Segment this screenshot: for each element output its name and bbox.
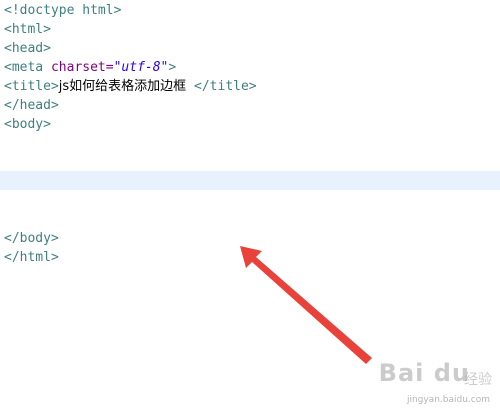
title-text: js如何给表格添加边框 [58, 79, 187, 94]
html-close-tag: </html> [4, 250, 59, 265]
title-close-tag: </title> [186, 79, 257, 94]
meta-tag-open: <meta [4, 60, 51, 75]
code-line-2: <html> [4, 20, 51, 39]
code-line-8: </body> [4, 229, 59, 248]
watermark-logo: Bai du [378, 359, 470, 387]
code-line-5: <title>js如何给表格添加边框 </title> [4, 77, 257, 96]
title-open-tag: <title> [4, 79, 59, 94]
watermark-suffix: 经验 [464, 372, 492, 388]
charset-value: "utf-8" [113, 60, 169, 75]
charset-attribute: charset= [50, 60, 114, 75]
current-line-highlight [0, 171, 500, 190]
watermark: Bai du 经验 jingyan.baidu.com [362, 357, 492, 405]
head-close-tag: </head> [4, 98, 59, 113]
code-line-7: <body> [4, 115, 51, 134]
meta-tag-close: > [168, 60, 177, 75]
doctype-tag: <!doctype html> [4, 3, 122, 18]
code-line-9: </html> [4, 248, 59, 267]
code-line-3: <head> [4, 39, 51, 58]
body-open-tag: <body> [4, 117, 51, 132]
code-editor[interactable]: <!doctype html> <html> <head> <meta char… [0, 0, 500, 411]
code-line-4: <meta charset="utf-8"> [4, 58, 176, 77]
body-close-tag: </body> [4, 231, 59, 246]
html-open-tag: <html> [4, 22, 51, 37]
code-line-6: </head> [4, 96, 59, 115]
head-open-tag: <head> [4, 41, 51, 56]
watermark-url: jingyan.baidu.com [406, 395, 490, 405]
code-line-1: <!doctype html> [4, 1, 121, 20]
arrow-icon [240, 246, 372, 364]
